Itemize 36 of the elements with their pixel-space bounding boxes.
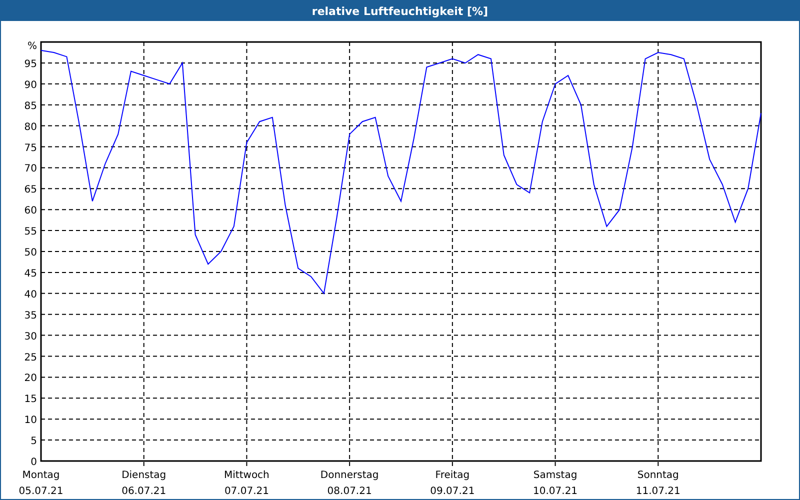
y-tick-label: 10 <box>24 415 37 426</box>
y-tick-label: 20 <box>24 373 37 384</box>
y-tick-label: 70 <box>24 164 37 175</box>
x-tick-label: Freitag <box>435 470 470 481</box>
y-tick-label: 30 <box>24 331 37 342</box>
y-tick-label: 25 <box>24 352 37 364</box>
date-label: 06.07.21 <box>122 486 166 497</box>
x-tick-label: Montag <box>22 470 60 481</box>
y-tick-label: 15 <box>24 394 37 406</box>
y-tick-label: 40 <box>24 289 37 300</box>
y-tick-label: 0 <box>30 457 37 468</box>
x-tick-label: Samstag <box>533 470 578 481</box>
x-tick-label: Mittwoch <box>224 470 270 481</box>
y-tick-label: 50 <box>24 248 37 258</box>
date-label: 11.07.21 <box>636 486 680 497</box>
y-tick-label: 65 <box>24 184 37 196</box>
x-tick-label: Donnerstag <box>320 470 379 481</box>
y-tick-label: 60 <box>24 206 37 217</box>
y-tick-label: 45 <box>24 268 37 280</box>
date-label: 09.07.21 <box>430 486 475 497</box>
y-tick-label: 35 <box>24 310 37 322</box>
y-tick-label: 80 <box>24 122 37 133</box>
y-tick-label: 95 <box>24 58 37 70</box>
window-title: relative Luftfeuchtigkeit [%] <box>1 1 799 21</box>
y-tick-label: 55 <box>24 226 37 238</box>
date-label: 07.07.21 <box>224 486 269 497</box>
x-tick-label: Dienstag <box>122 470 166 481</box>
y-axis-label: % <box>27 41 37 52</box>
y-tick-label: 75 <box>24 142 37 154</box>
date-label: 08.07.21 <box>327 486 372 497</box>
y-tick-label: 85 <box>24 100 37 112</box>
y-tick-label: 90 <box>24 80 37 91</box>
x-tick-label: Sonntag <box>637 470 679 481</box>
date-label: 05.07.21 <box>18 486 64 497</box>
y-tick-label: 5 <box>30 436 37 448</box>
date-label: 10.07.21 <box>533 486 578 497</box>
